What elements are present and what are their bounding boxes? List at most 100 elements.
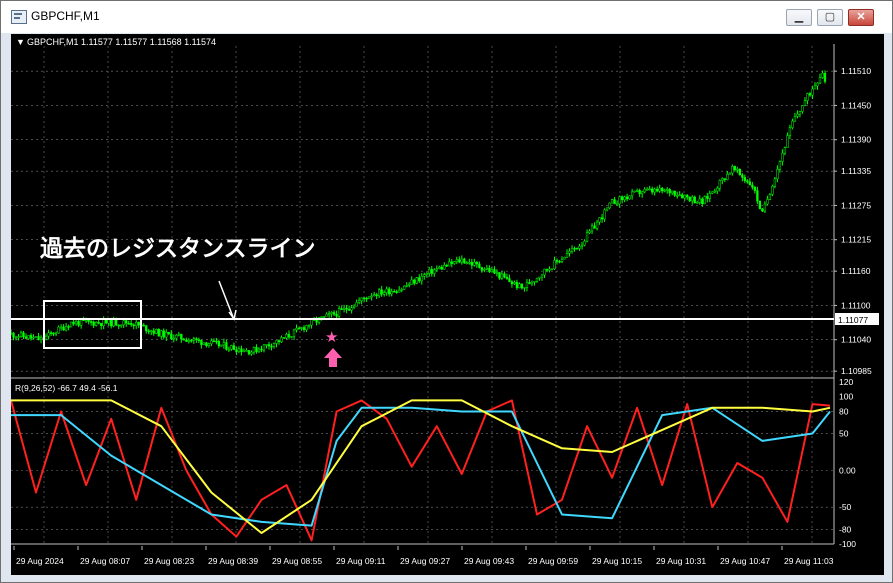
candle-body — [220, 344, 223, 347]
candle-body — [751, 184, 754, 188]
candle-body — [583, 240, 586, 246]
price-axis-label: 1.10985 — [841, 366, 872, 376]
candle-body — [538, 276, 541, 279]
candle-body — [661, 187, 664, 192]
candles — [9, 70, 827, 356]
candle-body — [222, 342, 226, 346]
candle-body — [563, 256, 566, 260]
price-axis-label: 1.11215 — [841, 235, 871, 245]
candle-body — [345, 307, 348, 310]
candle-body — [796, 113, 799, 117]
candle-body — [668, 189, 671, 194]
candle-body — [483, 268, 486, 271]
candle-body — [290, 336, 293, 338]
candle-body — [638, 190, 641, 195]
chart-area[interactable]: 1.11510 1.11450 1.11390 1.11335 1.11275 1.112… — [9, 34, 884, 575]
candle-body — [686, 194, 689, 198]
indicator-axis-label: -50 — [839, 502, 852, 512]
candle-body — [503, 273, 506, 278]
candle-body — [262, 344, 266, 351]
candle-body — [87, 319, 90, 322]
candle-body — [155, 328, 158, 334]
candle-body — [365, 297, 368, 300]
candle-body — [500, 273, 504, 279]
candle-body — [753, 186, 757, 191]
candle-body — [327, 313, 331, 316]
candle-body — [448, 261, 451, 267]
candle-body — [588, 230, 591, 234]
candle-body — [773, 178, 777, 187]
candle-body — [625, 196, 629, 200]
buy-arrow-icon — [324, 348, 342, 367]
candle-body — [305, 325, 308, 330]
candle-body — [413, 279, 416, 284]
price-chart-svg[interactable]: 1.11510 1.11450 1.11390 1.11335 1.11275 1.112… — [9, 34, 884, 575]
candle-body — [813, 85, 817, 90]
candle-body — [558, 261, 561, 263]
candle-body — [385, 288, 388, 293]
signal-star-icon: ★ — [325, 329, 338, 346]
candle-body — [763, 203, 767, 212]
candle-body — [681, 194, 684, 199]
candle-body — [267, 344, 271, 347]
candle-body — [115, 319, 118, 326]
title-bar[interactable]: GBPCHF,M1 ▁ ▢ ✕ — [1, 1, 892, 33]
indicator-axis-label: -80 — [839, 524, 852, 534]
candle-body — [458, 259, 461, 263]
candle-body — [160, 330, 163, 337]
candle-body — [135, 321, 138, 326]
candle-body — [683, 194, 686, 199]
candle-body — [72, 321, 75, 325]
maximize-button[interactable]: ▢ — [817, 9, 843, 26]
candle-body — [122, 320, 125, 326]
candle-body — [746, 180, 749, 183]
time-axis-label: 29 Aug 08:55 — [272, 556, 322, 566]
candle-body — [227, 348, 231, 351]
candle-body — [656, 188, 659, 192]
candle-body — [360, 297, 363, 301]
candle-body — [811, 88, 814, 96]
candle-body — [165, 331, 168, 338]
candle-body — [433, 269, 436, 274]
candle-body — [600, 217, 604, 220]
minimize-button[interactable]: ▁ — [786, 9, 812, 26]
time-axis-label: 29 Aug 09:11 — [336, 556, 386, 566]
candle-body — [728, 172, 731, 175]
candle-body — [430, 269, 433, 274]
candle-body — [237, 348, 241, 352]
candle-body — [380, 289, 383, 295]
candle-body — [347, 309, 351, 311]
candle-body — [370, 295, 373, 298]
candle-body — [100, 323, 103, 326]
candle-body — [105, 319, 108, 324]
time-axis-label: 29 Aug 09:59 — [528, 556, 578, 566]
candle-body — [74, 321, 78, 325]
candle-body — [608, 202, 611, 209]
candle-body — [575, 247, 579, 250]
candle-body — [578, 245, 581, 249]
candle-body — [322, 316, 326, 318]
indicator-axis-label: 0.00 — [839, 465, 856, 475]
candle-body — [245, 350, 248, 352]
candle-body — [623, 196, 626, 201]
candle-body — [423, 274, 426, 277]
candle-body — [205, 342, 208, 346]
candle-body — [590, 225, 594, 232]
candle-body — [287, 334, 291, 338]
chart-collapse-icon[interactable]: ▼ — [16, 37, 25, 47]
candle-body — [342, 307, 346, 310]
candle-body — [335, 314, 338, 317]
candle-body — [64, 326, 68, 331]
candle-body — [210, 340, 213, 344]
candle-body — [172, 337, 175, 340]
close-button[interactable]: ✕ — [848, 9, 874, 26]
candle-body — [410, 279, 413, 285]
candle-body — [142, 324, 145, 327]
candle-body — [207, 343, 211, 346]
candle-body — [708, 193, 711, 199]
candle-body — [232, 345, 236, 350]
candle-body — [756, 190, 759, 202]
candle-body — [455, 259, 458, 262]
current-price-label: 1.11077 — [838, 315, 868, 325]
candle-body — [791, 120, 794, 128]
